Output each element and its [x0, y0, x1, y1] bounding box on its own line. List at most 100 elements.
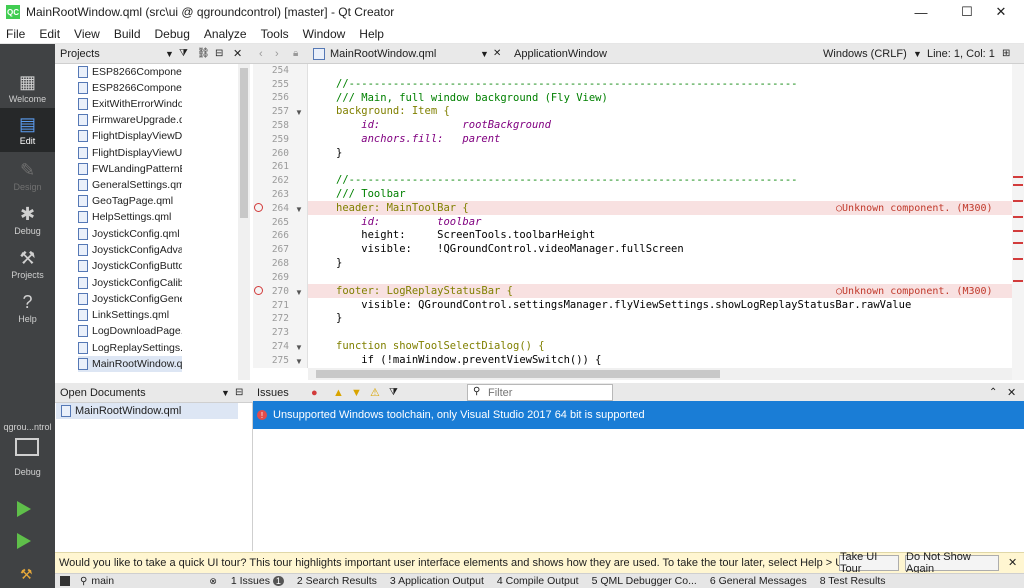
- tree-item[interactable]: FirmwareUpgrade.qr: [78, 112, 182, 128]
- link-icon[interactable]: ⛓: [197, 48, 210, 59]
- up-arrow-icon[interactable]: ▲: [333, 387, 344, 399]
- fold-arrow-icon[interactable]: ▼: [295, 357, 303, 366]
- menu-analyze[interactable]: Analyze: [198, 27, 255, 41]
- open-file-selector[interactable]: MainRootWindow.qml: [330, 48, 436, 60]
- filter-icon[interactable]: ⧩: [389, 387, 398, 398]
- tree-item[interactable]: ExitWithErrorWindov: [78, 96, 182, 112]
- mode-design[interactable]: ✎ Design: [0, 154, 55, 198]
- code-line[interactable]: id: rootBackground: [336, 119, 551, 131]
- code-line[interactable]: }: [336, 312, 342, 324]
- editor-horizontal-scroll-thumb[interactable]: [316, 370, 720, 378]
- tree-item[interactable]: FlightDisplayViewDu: [78, 128, 182, 144]
- line-ending-selector[interactable]: Windows (CRLF): [823, 48, 907, 60]
- menu-debug[interactable]: Debug: [149, 27, 198, 41]
- tree-item[interactable]: JoystickConfigGener: [78, 291, 182, 307]
- output-tab-search-results[interactable]: 2 Search Results: [297, 575, 377, 587]
- output-tab-application-output[interactable]: 3 Application Output: [390, 575, 484, 587]
- open-document-item[interactable]: MainRootWindow.qml: [56, 403, 238, 419]
- code-line[interactable]: function showToolSelectDialog() {: [336, 340, 545, 352]
- output-tab-issues[interactable]: 1 Issues 1: [231, 575, 284, 587]
- clear-locator-icon[interactable]: ⊗: [209, 576, 217, 587]
- build-hammer-icon[interactable]: ⚒: [20, 566, 33, 583]
- menu-tools[interactable]: Tools: [255, 27, 297, 41]
- debug-run-icon[interactable]: [17, 533, 31, 549]
- tree-item[interactable]: ESP8266Component: [78, 64, 182, 80]
- tree-item[interactable]: FlightDisplayViewUV: [78, 145, 182, 161]
- mode-welcome[interactable]: ▦ Welcome: [0, 66, 55, 110]
- projects-dropdown-icon[interactable]: ▼: [165, 49, 174, 59]
- warning-icon[interactable]: ⚠: [370, 386, 380, 399]
- mode-debug[interactable]: ✱ Debug: [0, 198, 55, 242]
- tree-item[interactable]: LogDownloadPage.c: [78, 323, 182, 339]
- tree-item[interactable]: LinkSettings.qml: [78, 307, 182, 323]
- code-line[interactable]: //--------------------------------------…: [336, 174, 797, 186]
- issue-row[interactable]: ! Unsupported Windows toolchain, only Vi…: [253, 401, 1024, 429]
- code-line[interactable]: visible: QGroundControl.settingsManager.…: [336, 299, 911, 311]
- tree-item[interactable]: ESP8266Component: [78, 80, 182, 96]
- tree-item[interactable]: JoystickConfigButto: [78, 258, 182, 274]
- menu-view[interactable]: View: [68, 27, 108, 41]
- split-icon[interactable]: ⊟: [215, 48, 223, 59]
- mode-projects[interactable]: ⚒ Projects: [0, 242, 55, 286]
- fold-arrow-icon[interactable]: ▼: [295, 108, 303, 117]
- output-tab-test-results[interactable]: 8 Test Results: [820, 575, 886, 587]
- code-line[interactable]: height: ScreenTools.toolbarHeight: [336, 229, 595, 241]
- chevron-down-icon[interactable]: ▼: [221, 388, 230, 398]
- error-filter-icon[interactable]: ●: [311, 387, 318, 399]
- tree-item[interactable]: JoystickConfig.qml: [78, 226, 182, 242]
- issues-filter-input[interactable]: [467, 384, 613, 401]
- kit-build-config[interactable]: Debug: [0, 467, 55, 477]
- close-pane-icon[interactable]: ✕: [1007, 386, 1016, 399]
- code-line[interactable]: background: Item {: [336, 105, 450, 117]
- do-not-show-again-button[interactable]: Do Not Show Again: [905, 551, 999, 575]
- menu-file[interactable]: File: [0, 27, 33, 41]
- output-tab-general-messages[interactable]: 6 General Messages: [710, 575, 807, 587]
- close-document-icon[interactable]: ✕: [493, 48, 501, 59]
- project-tree-scroll-thumb[interactable]: [240, 68, 248, 218]
- tree-item-selected[interactable]: MainRootWindow.qı: [78, 356, 182, 372]
- output-tab-compile-output[interactable]: 4 Compile Output: [497, 575, 579, 587]
- maximize-pane-icon[interactable]: ⌃: [989, 387, 997, 398]
- code-line[interactable]: //--------------------------------------…: [336, 78, 797, 90]
- minimize-button[interactable]: —: [898, 0, 944, 24]
- code-line[interactable]: }: [336, 257, 342, 269]
- menu-help[interactable]: Help: [353, 27, 392, 41]
- code-line[interactable]: footer: LogReplayStatusBar {: [336, 285, 513, 297]
- tree-item[interactable]: GeneralSettings.qml: [78, 177, 182, 193]
- locator-input[interactable]: main: [91, 575, 209, 587]
- tree-item[interactable]: GeoTagPage.qml: [78, 193, 182, 209]
- close-pane-icon[interactable]: ✕: [233, 47, 242, 60]
- output-tab-qml-debugger-console[interactable]: 5 QML Debugger Co...: [592, 575, 697, 587]
- tree-item[interactable]: JoystickConfigCalibr: [78, 275, 182, 291]
- split-icon[interactable]: ⊟: [235, 387, 243, 398]
- run-icon[interactable]: [17, 501, 31, 517]
- code-line[interactable]: /// Main, full window background (Fly Vi…: [336, 92, 608, 104]
- code-line[interactable]: visible: !QGroundControl.videoManager.fu…: [336, 243, 683, 255]
- code-line[interactable]: if (!mainWindow.preventViewSwitch()) {: [336, 354, 601, 366]
- tree-item[interactable]: FWLandingPatternEc: [78, 161, 182, 177]
- tree-item[interactable]: HelpSettings.qml: [78, 209, 182, 225]
- tree-item[interactable]: LogReplaySettings.q: [78, 340, 182, 356]
- monitor-icon[interactable]: [15, 438, 39, 456]
- code-line[interactable]: }: [336, 147, 342, 159]
- filter-icon[interactable]: ⧩: [179, 48, 188, 59]
- tree-item[interactable]: JoystickConfigAdvar: [78, 242, 182, 258]
- close-button[interactable]: ✕: [978, 0, 1024, 24]
- fold-arrow-icon[interactable]: ▼: [295, 343, 303, 352]
- mode-edit[interactable]: ▤ Edit: [0, 108, 55, 152]
- cursor-position[interactable]: Line: 1, Col: 1: [927, 48, 995, 60]
- take-ui-tour-button[interactable]: Take UI Tour: [839, 551, 899, 575]
- code-line[interactable]: anchors.fill: parent: [336, 133, 500, 145]
- chevron-down-icon[interactable]: ▼: [480, 49, 489, 59]
- back-icon[interactable]: ‹: [259, 48, 263, 60]
- code-line[interactable]: header: MainToolBar {: [336, 202, 469, 214]
- close-infobar-icon[interactable]: ✕: [1008, 556, 1017, 569]
- down-arrow-icon[interactable]: ▼: [351, 387, 362, 399]
- mode-help[interactable]: ? Help: [0, 286, 55, 330]
- code-line[interactable]: /// Toolbar: [336, 188, 406, 200]
- symbol-selector[interactable]: ApplicationWindow: [514, 48, 607, 60]
- fold-arrow-icon[interactable]: ▼: [295, 288, 303, 297]
- fold-arrow-icon[interactable]: ▼: [295, 205, 303, 214]
- toggle-sidebar-icon[interactable]: [60, 576, 70, 586]
- menu-edit[interactable]: Edit: [33, 27, 68, 41]
